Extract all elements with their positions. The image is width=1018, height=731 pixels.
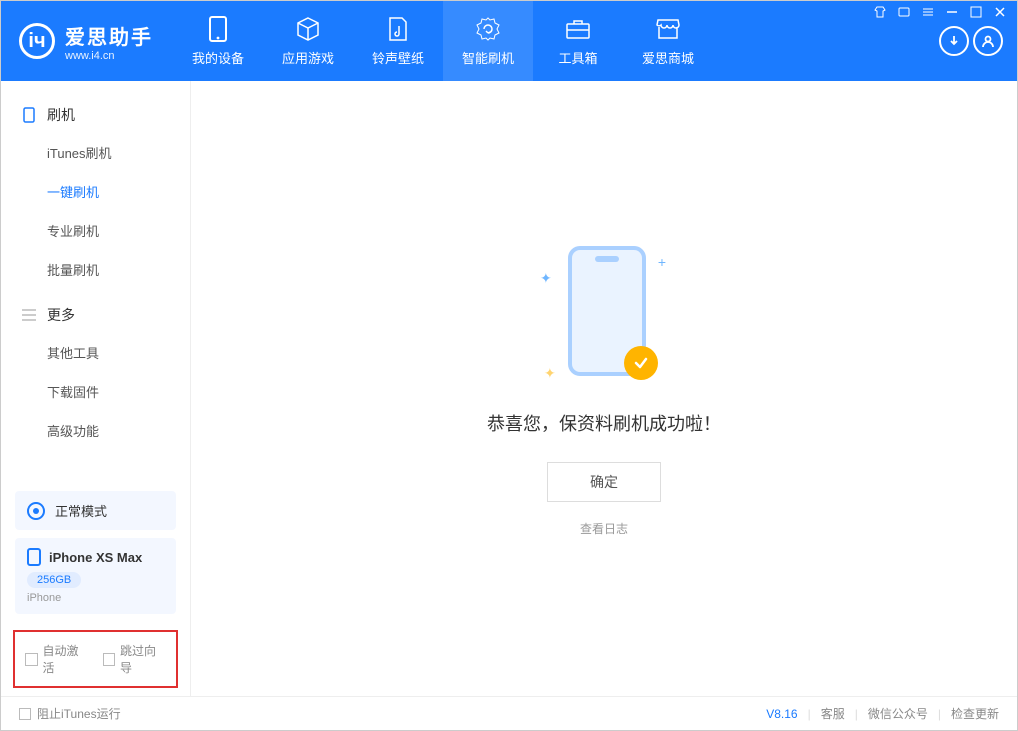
logo-icon: iч: [19, 23, 55, 59]
sidebar-section-more: 更多 其他工具 下载固件 高级功能: [1, 297, 190, 458]
app-logo: iч 爱思助手 www.i4.cn: [1, 1, 173, 81]
nav-label: 工具箱: [558, 48, 597, 67]
content-area: 刷机 iTunes刷机 一键刷机 专业刷机 批量刷机 更多 其他工具 下载固件 …: [1, 81, 1017, 696]
toolbox-icon: [565, 16, 591, 42]
user-account-icon[interactable]: [973, 26, 1003, 56]
device-mode-box[interactable]: 正常模式: [15, 491, 176, 530]
success-check-icon: [624, 346, 658, 380]
sidebar-head-flash: 刷机: [1, 97, 190, 133]
sidebar-head-more: 更多: [1, 297, 190, 333]
skin-icon[interactable]: [873, 5, 887, 19]
device-mode-label: 正常模式: [55, 501, 107, 520]
sparkle-icon: +: [658, 254, 666, 270]
success-headline: 恭喜您，保资料刷机成功啦！: [487, 410, 721, 436]
nav-apps-games[interactable]: 应用游戏: [263, 1, 353, 81]
device-icon: [205, 16, 231, 42]
sparkle-icon: ✦: [540, 270, 552, 287]
app-name: 爱思助手: [65, 21, 153, 50]
nav-my-device[interactable]: 我的设备: [173, 1, 263, 81]
cube-icon: [295, 16, 321, 42]
main-nav: 我的设备 应用游戏 铃声壁纸 智能刷机 工具箱 爱思商城: [173, 1, 713, 81]
checkbox-icon: [19, 708, 31, 720]
nav-label: 爱思商城: [642, 48, 694, 67]
phone-small-icon: [27, 548, 41, 566]
nav-toolbox[interactable]: 工具箱: [533, 1, 623, 81]
footer-link-support[interactable]: 客服: [821, 705, 845, 722]
window-controls: [873, 5, 1007, 19]
footer-link-update[interactable]: 检查更新: [951, 705, 999, 722]
phone-outline-icon: [21, 107, 37, 123]
nav-label: 应用游戏: [282, 48, 334, 67]
sparkle-icon: ✦: [544, 365, 556, 382]
download-manager-icon[interactable]: [939, 26, 969, 56]
footer-link-wechat[interactable]: 微信公众号: [868, 705, 928, 722]
checkbox-icon: [25, 653, 38, 666]
sidebar-section-title: 刷机: [47, 105, 75, 125]
store-icon: [655, 16, 681, 42]
checkbox-auto-activate[interactable]: 自动激活: [25, 642, 89, 676]
checkbox-block-itunes[interactable]: 阻止iTunes运行: [19, 705, 121, 722]
checkbox-skip-guide[interactable]: 跳过向导: [103, 642, 167, 676]
checkbox-label: 阻止iTunes运行: [37, 705, 121, 722]
nav-smart-flash[interactable]: 智能刷机: [443, 1, 533, 81]
sidebar-item-batch-flash[interactable]: 批量刷机: [1, 250, 190, 289]
checkbox-icon: [103, 653, 116, 666]
main-panel: ✦ + ✦ 恭喜您，保资料刷机成功啦！ 确定 查看日志: [191, 81, 1017, 696]
bottom-options-highlighted: 自动激活 跳过向导: [13, 630, 178, 688]
success-illustration: ✦ + ✦: [544, 240, 664, 390]
list-icon: [21, 307, 37, 323]
sidebar-section-flash: 刷机 iTunes刷机 一键刷机 专业刷机 批量刷机: [1, 97, 190, 297]
status-bar: 阻止iTunes运行 V8.16 | 客服 | 微信公众号 | 检查更新: [1, 696, 1017, 730]
ok-button[interactable]: 确定: [547, 462, 661, 502]
title-bar: iч 爱思助手 www.i4.cn 我的设备 应用游戏 铃声壁纸 智能刷机 工具…: [1, 1, 1017, 81]
sidebar-item-oneclick-flash[interactable]: 一键刷机: [1, 172, 190, 211]
nav-store[interactable]: 爱思商城: [623, 1, 713, 81]
checkbox-label: 自动激活: [43, 642, 89, 676]
sidebar-item-pro-flash[interactable]: 专业刷机: [1, 211, 190, 250]
checkbox-label: 跳过向导: [120, 642, 166, 676]
device-capacity-badge: 256GB: [27, 572, 81, 588]
device-name-row: iPhone XS Max: [27, 548, 164, 566]
minimize-button[interactable]: [945, 5, 959, 19]
feedback-icon[interactable]: [897, 5, 911, 19]
device-name: iPhone XS Max: [49, 550, 142, 565]
sidebar-item-itunes-flash[interactable]: iTunes刷机: [1, 133, 190, 172]
sidebar: 刷机 iTunes刷机 一键刷机 专业刷机 批量刷机 更多 其他工具 下载固件 …: [1, 81, 191, 696]
nav-label: 我的设备: [192, 48, 244, 67]
device-info-box[interactable]: iPhone XS Max 256GB iPhone: [15, 538, 176, 614]
app-url: www.i4.cn: [65, 50, 153, 62]
sidebar-item-advanced[interactable]: 高级功能: [1, 411, 190, 450]
nav-label: 智能刷机: [462, 48, 514, 67]
refresh-gear-icon: [475, 16, 501, 42]
sidebar-section-title: 更多: [47, 305, 75, 325]
view-log-link[interactable]: 查看日志: [580, 520, 628, 537]
device-type: iPhone: [27, 592, 164, 604]
close-button[interactable]: [993, 5, 1007, 19]
sidebar-item-other-tools[interactable]: 其他工具: [1, 333, 190, 372]
mode-dot-icon: [27, 502, 45, 520]
nav-ringtones[interactable]: 铃声壁纸: [353, 1, 443, 81]
menu-icon[interactable]: [921, 5, 935, 19]
music-file-icon: [385, 16, 411, 42]
version-label: V8.16: [766, 707, 797, 721]
nav-label: 铃声壁纸: [372, 48, 424, 67]
sidebar-item-download-firmware[interactable]: 下载固件: [1, 372, 190, 411]
maximize-button[interactable]: [969, 5, 983, 19]
